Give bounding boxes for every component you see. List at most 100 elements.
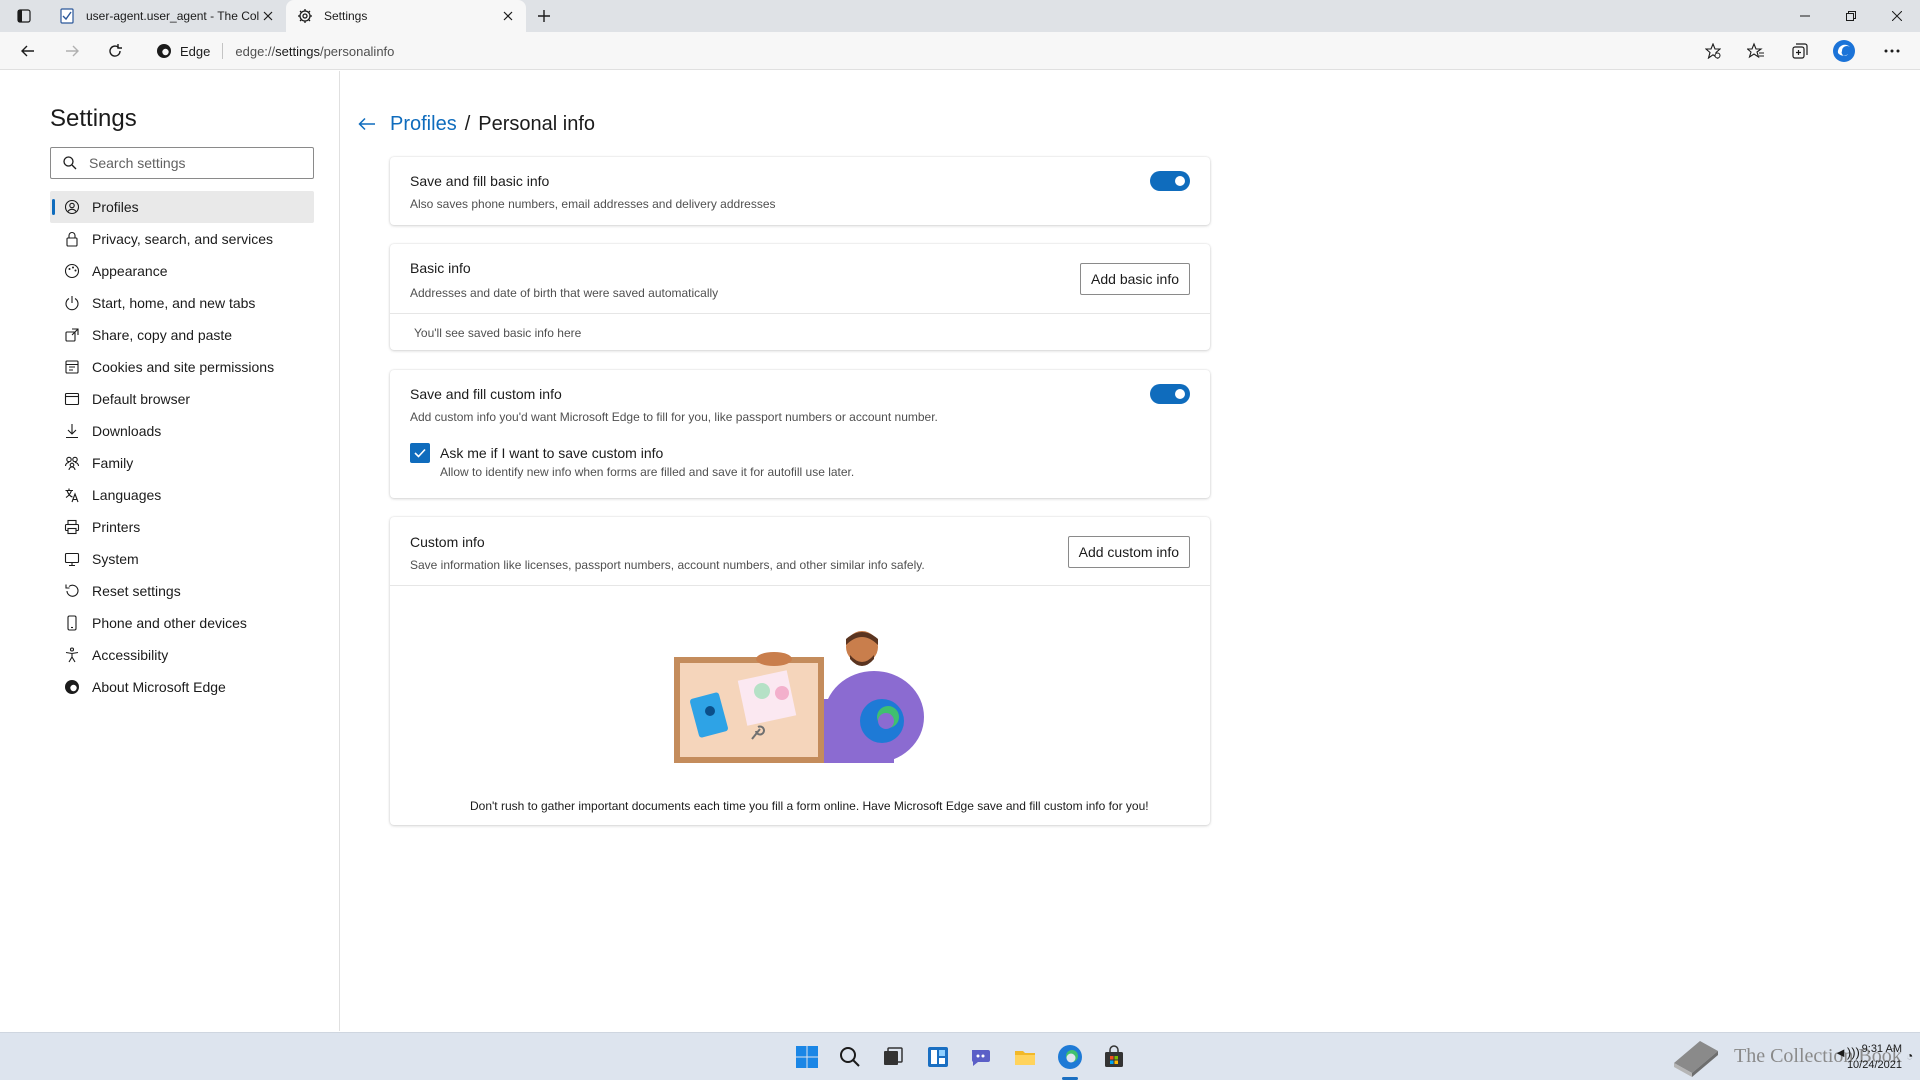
appearance-icon (64, 263, 80, 279)
clock-date[interactable]: 10/24/2021 (1816, 1059, 1902, 1071)
add-basic-info-button[interactable]: Add basic info (1080, 263, 1190, 295)
forward-arrow-icon[interactable] (58, 37, 86, 65)
tab-settings[interactable]: Settings (286, 0, 526, 32)
book-logo-icon (1674, 1041, 1718, 1077)
back-arrow-icon[interactable] (356, 113, 378, 135)
windows-start-icon[interactable] (793, 1043, 821, 1071)
site-identity[interactable]: Edge (146, 43, 210, 59)
printer-icon (64, 519, 80, 535)
sidebar-item-label: Downloads (92, 423, 162, 439)
tab-title: user-agent.user_agent - The Coll (86, 9, 260, 23)
add-custom-info-button[interactable]: Add custom info (1067, 536, 1190, 568)
tab-title: Settings (324, 9, 368, 23)
sidebar-item-reset[interactable]: Reset settings (50, 575, 314, 607)
gear-icon (296, 7, 314, 25)
close-icon[interactable] (260, 8, 276, 24)
family-icon (64, 455, 80, 471)
ask-save-custom-info-checkbox[interactable] (410, 443, 430, 463)
tab-actions-icon[interactable] (12, 6, 36, 26)
save-custom-info-toggle[interactable] (1150, 384, 1190, 404)
sidebar-item-label: Privacy, search, and services (92, 231, 274, 247)
close-window-icon[interactable] (1874, 0, 1920, 32)
chat-icon[interactable] (967, 1043, 995, 1071)
search-icon[interactable] (836, 1043, 864, 1071)
settings-title: Settings (50, 105, 137, 132)
card-title: Save and fill custom info (410, 386, 562, 402)
new-tab-icon[interactable] (532, 4, 556, 28)
breadcrumb: Profiles / Personal info (356, 110, 595, 138)
url-path: /personalinfo (319, 43, 395, 59)
browser-toolbar: Edge edge://settings/personalinfo (0, 32, 1920, 70)
sidebar-item-system[interactable]: System (50, 543, 314, 575)
tab-strip: user-agent.user_agent - The Coll Setting… (0, 0, 1920, 32)
back-arrow-icon[interactable] (14, 37, 42, 65)
breadcrumb-profiles-link[interactable]: Profiles (390, 113, 457, 136)
card-description: Addresses and date of birth that were sa… (410, 286, 719, 300)
favorites-icon[interactable] (1742, 37, 1770, 65)
search-icon (63, 156, 77, 170)
edge-icon[interactable] (1056, 1043, 1084, 1071)
cookies-icon (64, 359, 80, 375)
card-title: Basic info (410, 260, 471, 276)
sidebar-item-start-home[interactable]: Start, home, and new tabs (50, 287, 314, 319)
breadcrumb-separator: / (464, 112, 471, 135)
sidebar-item-about[interactable]: About Microsoft Edge (50, 671, 314, 703)
sidebar-item-label: Printers (92, 519, 141, 535)
sidebar-item-downloads[interactable]: Downloads (50, 415, 314, 447)
share-icon (64, 327, 80, 343)
sidebar-item-share-copy[interactable]: Share, copy and paste (50, 319, 314, 351)
sidebar-item-label: Default browser (92, 391, 191, 407)
add-favorite-icon[interactable] (1702, 40, 1724, 62)
clock-time[interactable]: 9:31 AM (1832, 1043, 1902, 1055)
search-input[interactable] (89, 155, 289, 171)
sidebar-item-cookies[interactable]: Cookies and site permissions (50, 351, 314, 383)
sidebar-item-label: Cookies and site permissions (92, 359, 275, 375)
close-icon[interactable] (500, 8, 516, 24)
sidebar-item-languages[interactable]: Languages (50, 479, 314, 511)
sidebar-item-profiles[interactable]: Profiles (50, 191, 314, 223)
omnibox-divider (222, 43, 224, 59)
checkbox-description: Allow to identify new info when forms ar… (440, 465, 855, 479)
minimize-icon[interactable] (1782, 0, 1828, 32)
store-icon[interactable] (1100, 1043, 1128, 1071)
file-explorer-icon[interactable] (1011, 1043, 1039, 1071)
restore-icon[interactable] (1828, 0, 1874, 32)
search-box[interactable] (50, 147, 314, 179)
custom-info-footer-text: Don't rush to gather important documents… (470, 799, 1149, 813)
edge-icon (157, 44, 171, 58)
sidebar-item-default-browser[interactable]: Default browser (50, 383, 314, 415)
sidebar-item-label: Family (92, 455, 134, 471)
sidebar-item-accessibility[interactable]: Accessibility (50, 639, 314, 671)
address-bar[interactable]: Edge edge://settings/personalinfo (146, 36, 1730, 66)
save-basic-info-toggle[interactable] (1150, 171, 1190, 191)
empty-state-text: You'll see saved basic info here (414, 326, 582, 340)
sidebar-item-printers[interactable]: Printers (50, 511, 314, 543)
refresh-icon[interactable] (101, 37, 129, 65)
sidebar-item-label: Share, copy and paste (92, 327, 233, 343)
system-icon (64, 551, 80, 567)
notification-icon[interactable]: ◔ (1906, 1049, 1913, 1063)
collections-icon[interactable] (1786, 37, 1814, 65)
profile-avatar-icon[interactable] (1830, 37, 1858, 65)
url-host: settings (275, 43, 320, 59)
sidebar-item-privacy[interactable]: Privacy, search, and services (50, 223, 314, 255)
page-title: Personal info (478, 112, 596, 135)
languages-icon (64, 487, 80, 503)
checkbox-label[interactable]: Ask me if I want to save custom info (440, 445, 663, 461)
more-options-icon[interactable] (1878, 37, 1906, 65)
widgets-icon[interactable] (924, 1043, 952, 1071)
window-controls (1782, 0, 1920, 32)
site-label: Edge (180, 43, 211, 59)
basic-info-card: Basic info Addresses and date of birth t… (390, 244, 1210, 350)
profile-icon (64, 199, 80, 215)
sidebar-item-family[interactable]: Family (50, 447, 314, 479)
tab-user-agent[interactable]: user-agent.user_agent - The Coll (48, 0, 286, 32)
reset-icon (64, 583, 80, 599)
phone-icon (64, 615, 80, 631)
task-view-icon[interactable] (879, 1043, 907, 1071)
sidebar-item-phone[interactable]: Phone and other devices (50, 607, 314, 639)
sidebar-item-appearance[interactable]: Appearance (50, 255, 314, 287)
card-description: Also saves phone numbers, email addresse… (410, 197, 776, 211)
checkmark-icon (414, 448, 426, 458)
sidebar-item-label: Appearance (92, 263, 168, 279)
